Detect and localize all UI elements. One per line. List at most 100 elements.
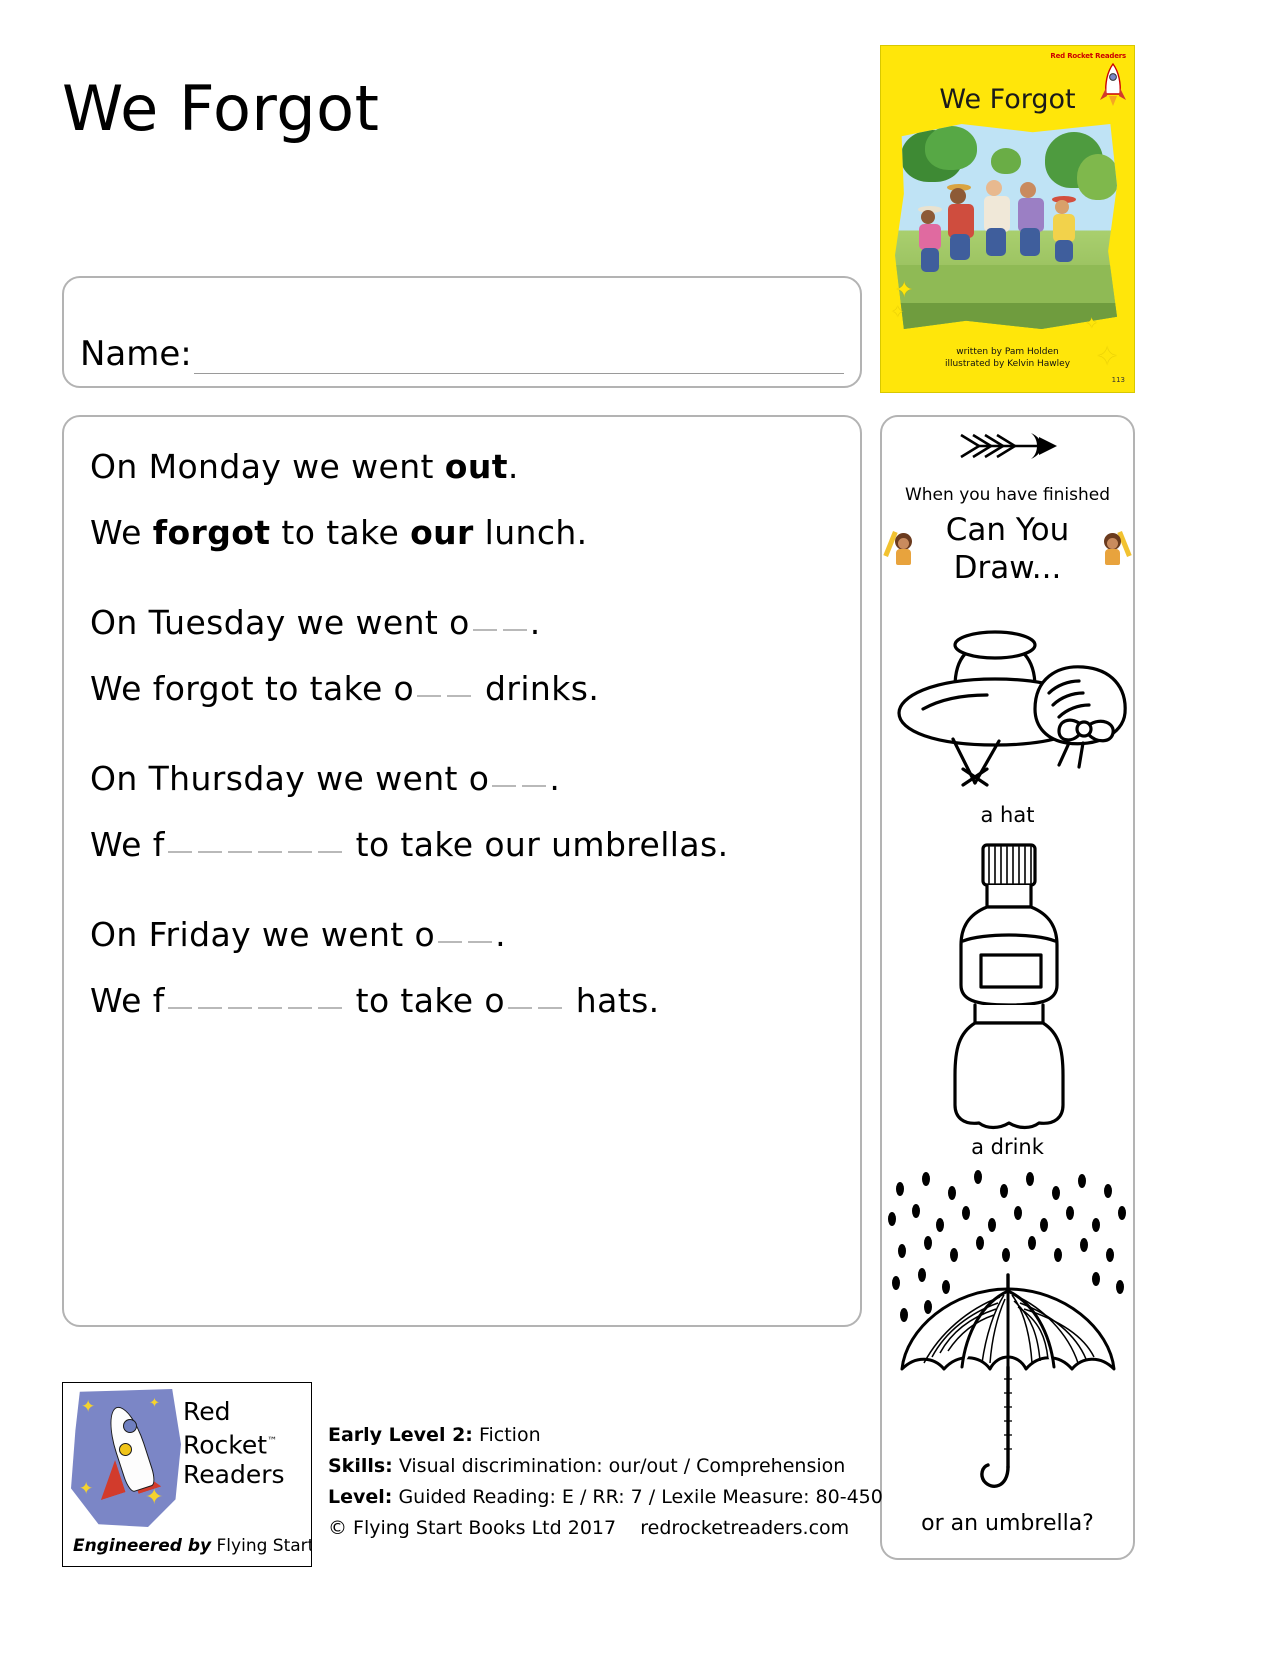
logo-line-3: Readers [183, 1460, 285, 1490]
engineered-by-label: Engineered by Flying Start Books [73, 1536, 312, 1556]
friday-sentence: On Friday we went o. [90, 915, 506, 954]
metadata-block: Early Level 2: Fiction Skills: Visual di… [328, 1420, 883, 1544]
tuesday-answer: We forgot to take o drinks. [90, 669, 600, 708]
star-icon: ✦ [81, 1397, 96, 1417]
answer-blank[interactable] [317, 851, 342, 853]
answer-blank[interactable] [438, 941, 463, 943]
umbrella-caption: or an umbrella? [921, 1511, 1094, 1536]
heading-line-2: Draw... [953, 550, 1062, 586]
cover-credits: written by Pam Holden illustrated by Kel… [881, 346, 1134, 370]
exercise-panel: On Monday we went out. We forgot to take … [62, 415, 862, 1327]
star-icon: ✦ [149, 1396, 160, 1411]
name-row: Name: [80, 334, 844, 374]
finished-text: When you have finished [904, 485, 1111, 505]
answer-blank[interactable] [167, 851, 192, 853]
thursday-answer: We f to take our umbrellas. [90, 825, 729, 864]
drink-bottle-illustration [882, 837, 1133, 1137]
name-input[interactable] [193, 344, 844, 374]
meta-skills-value: Visual discrimination: our/out / Compreh… [398, 1455, 846, 1477]
cover-brand-label: Red Rocket Readers [1050, 52, 1126, 60]
cover-number: 113 [1111, 376, 1125, 384]
meta-reading-line: Level: Guided Reading: E / RR: 7 / Lexil… [328, 1482, 883, 1513]
heading-line-1: Can You [945, 512, 1070, 548]
answer-blank[interactable] [317, 1007, 342, 1009]
engineered-prefix: Engineered by [73, 1536, 212, 1556]
star-icon: ✦ [1085, 314, 1098, 332]
answer-blank[interactable] [227, 851, 252, 853]
hat-caption: a hat [980, 803, 1035, 827]
answer-blank[interactable] [472, 629, 497, 631]
feathered-arrow-icon [882, 429, 1133, 467]
star-icon: ✦ [891, 302, 905, 321]
answer-blank[interactable] [287, 1007, 312, 1009]
answer-blank[interactable] [197, 1007, 222, 1009]
meta-level-line: Early Level 2: Fiction [328, 1420, 868, 1451]
answer-blank[interactable] [502, 629, 527, 631]
friday-answer: We f to take o hats. [90, 981, 660, 1020]
star-icon: ✦ [145, 1485, 164, 1510]
answer-blank[interactable] [227, 1007, 252, 1009]
answer-blank[interactable] [522, 785, 547, 787]
rocket-porthole [119, 1443, 132, 1456]
cover-author: written by Pam Holden [956, 347, 1059, 357]
star-icon: ✦ [895, 278, 914, 303]
star-icon: ✦ [79, 1479, 94, 1499]
kid-with-pencil-icon [1097, 525, 1132, 571]
answer-blank[interactable] [197, 851, 222, 853]
cover-title: We Forgot [939, 84, 1076, 115]
cover-illustrator: illustrated by Kelvin Hawley [944, 359, 1071, 369]
answer-blank[interactable] [537, 1007, 562, 1009]
name-label: Name: [80, 334, 192, 374]
rocket-porthole [123, 1419, 137, 1433]
monday-answer: We forgot to take our lunch. [90, 513, 588, 552]
logo-line-2: Rocket™ [183, 1430, 278, 1460]
umbrella-illustration [882, 1167, 1133, 1517]
answer-blank[interactable] [257, 1007, 282, 1009]
hat-illustration [882, 613, 1133, 793]
drink-caption: a drink [971, 1135, 1044, 1159]
thursday-sentence: On Thursday we went o. [90, 759, 561, 798]
bold-word: forgot [152, 513, 271, 552]
cover-illustration [895, 124, 1117, 329]
meta-level-value: Fiction [478, 1424, 541, 1446]
meta-copyright-line: © Flying Start Books Ltd 2017 redrocketr… [328, 1513, 868, 1544]
exercise-lines: On Monday we went out. We forgot to take … [90, 445, 834, 1023]
book-cover-thumbnail: Red Rocket Readers We Forgot ✦ ✦ ✦ ✦ wri… [880, 45, 1135, 393]
trademark-symbol: ™ [267, 1436, 278, 1447]
name-box: Name: [62, 276, 862, 388]
answer-blank[interactable] [507, 1007, 532, 1009]
monday-sentence: On Monday we went out. [90, 447, 519, 486]
page-title: We Forgot [62, 72, 380, 145]
logo-line-1: Red [183, 1397, 231, 1426]
meta-skills-line: Skills: Visual discrimination: our/out /… [328, 1451, 868, 1482]
bold-word: out [444, 447, 508, 486]
meta-reading-value: Guided Reading: E / RR: 7 / Lexile Measu… [398, 1486, 883, 1508]
meta-level-label: Early Level 2: [328, 1424, 473, 1446]
tuesday-sentence: On Tuesday we went o. [90, 603, 541, 642]
answer-blank[interactable] [287, 851, 312, 853]
activity-panel: When you have finished Can You Draw... a… [880, 415, 1135, 1560]
answer-blank[interactable] [167, 1007, 192, 1009]
rocket-logo-art: ✦ ✦ ✦ ✦ [71, 1389, 181, 1527]
answer-blank[interactable] [417, 695, 442, 697]
copyright-text: © Flying Start Books Ltd 2017 [328, 1517, 617, 1539]
kid-with-pencil-icon [883, 525, 918, 571]
answer-blank[interactable] [492, 785, 517, 787]
answer-blank[interactable] [257, 851, 282, 853]
answer-blank[interactable] [447, 695, 472, 697]
logo-wordmark: Red Rocket™ Readers [183, 1397, 285, 1490]
can-you-draw-heading: Can You Draw... [882, 511, 1133, 587]
website-link[interactable]: redrocketreaders.com [640, 1517, 849, 1539]
engineered-suffix: Flying Start Books [216, 1536, 312, 1556]
answer-blank[interactable] [468, 941, 493, 943]
publisher-logo-box: ✦ ✦ ✦ ✦ Red Rocket™ Readers Engineered b… [62, 1382, 312, 1567]
meta-reading-label: Level: [328, 1486, 393, 1508]
meta-skills-label: Skills: [328, 1455, 393, 1477]
